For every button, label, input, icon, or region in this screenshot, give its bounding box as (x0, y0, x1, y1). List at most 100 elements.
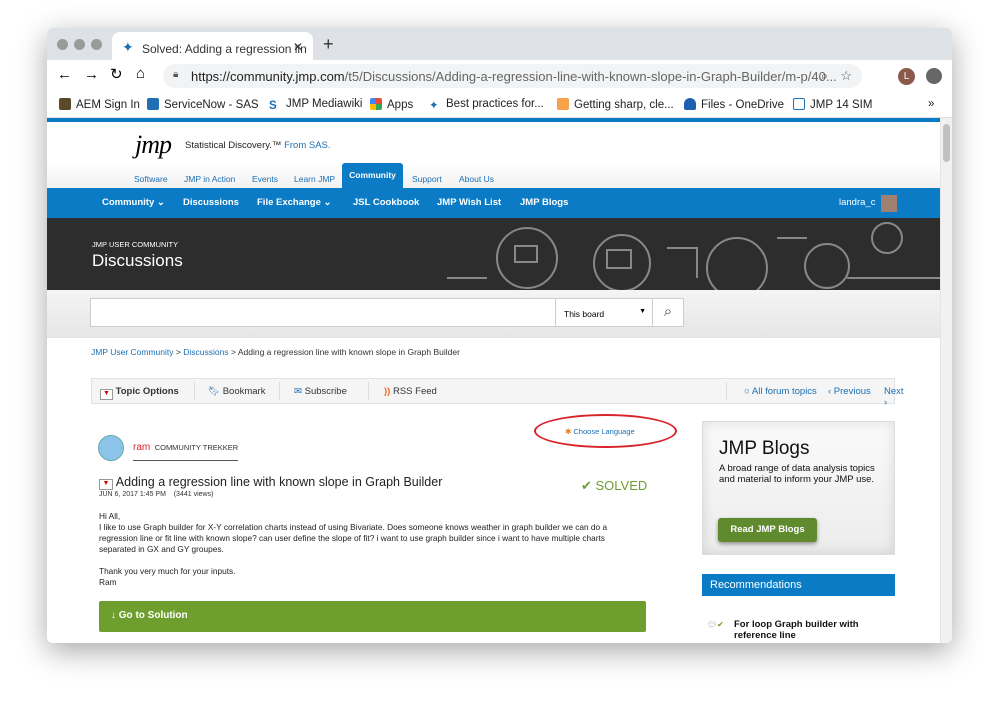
url-path: /t5/Discussions/Adding-a-regression-line… (344, 69, 837, 84)
subnav-jsl-cookbook[interactable]: JSL Cookbook (353, 197, 419, 208)
bookmark-label: AEM Sign In (76, 99, 140, 111)
breadcrumb-sep: > (175, 347, 181, 357)
nav-jmp-in-action[interactable]: JMP in Action (184, 174, 235, 184)
forward-icon[interactable]: → (84, 66, 99, 83)
bookmarks-bar: AEM Sign In ServiceNow - SAS S JMP Mediaw… (47, 92, 952, 118)
translate-icon: ✱ (565, 427, 572, 436)
extension-icon[interactable] (926, 68, 942, 84)
nav-events[interactable]: Events (252, 174, 278, 184)
breadcrumb-current: Adding a regression line with known slop… (237, 347, 460, 357)
bookmark-label: Best practices for... (446, 98, 544, 110)
maximize-window-button[interactable] (91, 39, 102, 50)
author-info: ram COMMUNITY TREKKER (133, 437, 238, 461)
scrollbar[interactable] (940, 118, 952, 643)
nav-learn-jmp[interactable]: Learn JMP (294, 174, 335, 184)
next-link[interactable]: Next › (884, 386, 904, 408)
url-input[interactable]: 🔒︎ https://community.jmp.com/t5/Discussi… (163, 64, 862, 88)
all-forum-topics-link[interactable]: ○ All forum topics (744, 386, 817, 397)
nav-community-active[interactable]: Community (342, 163, 403, 188)
subnav-blogs[interactable]: JMP Blogs (520, 197, 568, 208)
choose-language-link[interactable]: ✱ Choose Language (565, 427, 635, 436)
subnav-file-exchange[interactable]: File Exchange ⌄ (257, 197, 331, 208)
search-scope-select[interactable]: This board ▼ (555, 298, 653, 327)
label: Topic Options (115, 386, 179, 397)
post-meta: JUN 6, 2017 1:45 PM (3441 views) (99, 491, 213, 498)
dropdown-caret-icon: ▼ (639, 308, 646, 315)
label: Choose Language (573, 427, 635, 436)
breadcrumb-home[interactable]: JMP User Community (91, 347, 174, 357)
bookmark-label: Getting sharp, cle... (574, 99, 674, 111)
bookmark-button[interactable]: 🔖︎ Bookmark (208, 386, 265, 397)
close-tab-icon[interactable]: ✕ (293, 40, 303, 54)
banner: JMP USER COMMUNITY Discussions (47, 218, 940, 290)
minimize-window-button[interactable] (74, 39, 85, 50)
read-blogs-button[interactable]: Read JMP Blogs (718, 518, 817, 542)
tab-bar: ✦ Solved: Adding a regression lin ✕ + (47, 28, 952, 60)
previous-link[interactable]: ‹ Previous (828, 386, 871, 397)
dropdown-icon: ▼ (100, 389, 113, 400)
url-host: https://community.jmp.com (191, 69, 345, 84)
reload-icon[interactable]: ↻ (110, 65, 123, 83)
subscribe-button[interactable]: ✉ Subscribe (294, 386, 347, 397)
search-input[interactable] (90, 298, 556, 327)
nav-software[interactable]: Software (134, 174, 168, 184)
search-strip: This board ▼ ⌕ (47, 290, 940, 338)
post-views: (3441 views) (173, 491, 214, 498)
body-line: Hi All, (99, 511, 121, 521)
bookmark-aem[interactable]: AEM Sign In (59, 98, 140, 111)
label: RSS Feed (392, 386, 437, 397)
bookmark-apps[interactable]: Apps (370, 98, 413, 111)
close-window-button[interactable] (57, 39, 68, 50)
user-avatar[interactable] (881, 195, 897, 212)
search-button[interactable]: ⌕ (652, 298, 684, 327)
bookmark-label: JMP 14 SIM (810, 99, 873, 111)
jmp-blogs-card: JMP Blogs A broad range of data analysis… (702, 421, 895, 555)
home-icon[interactable]: ⌂ (136, 65, 145, 82)
jmp-logo[interactable]: jmp (135, 130, 172, 160)
bookmark-mediawiki[interactable]: S JMP Mediawiki (269, 98, 362, 112)
browser-window: ✦ Solved: Adding a regression lin ✕ + ← … (47, 28, 952, 643)
subnav-community[interactable]: Community ⌄ (102, 197, 165, 208)
label: Subscribe (304, 386, 347, 397)
search-icon: ⌕ (663, 303, 673, 320)
profile-avatar[interactable]: L (898, 68, 915, 85)
bookmark-servicenow[interactable]: ServiceNow - SAS (147, 98, 259, 111)
star-icon[interactable]: ☆ (840, 68, 852, 84)
body-line: Thank you very much for your inputs. (99, 566, 236, 576)
breadcrumb-discussions[interactable]: Discussions (183, 347, 228, 357)
nav-about-us[interactable]: About Us (459, 174, 494, 184)
subnav-discussions[interactable]: Discussions (183, 197, 239, 208)
more-bookmarks-button[interactable]: » (928, 98, 934, 110)
rss-icon: )) (384, 386, 391, 397)
tagline: Statistical Discovery.™ From SAS. (185, 140, 331, 151)
post-body: Hi All, I like to use Graph builder for … (99, 511, 644, 588)
post-options-icon[interactable]: ▼ (99, 479, 113, 490)
new-tab-button[interactable]: + (323, 34, 334, 55)
topic-toolbar: ▼ Topic Options 🔖︎ Bookmark ✉ Subscribe … (91, 378, 904, 408)
scrollbar-thumb[interactable] (943, 124, 950, 162)
post-title: Adding a regression line with known slop… (115, 475, 443, 489)
author-avatar[interactable] (98, 435, 124, 461)
bookmark-label: Files - OneDrive (701, 99, 785, 111)
label: Go to Solution (118, 610, 188, 621)
back-icon[interactable]: ← (57, 66, 72, 83)
bookmark-best-practices[interactable]: ✦ Best practices for... (429, 98, 544, 112)
bookmark-jmp14sim[interactable]: JMP 14 SIM (793, 98, 872, 111)
bookmark-onedrive[interactable]: Files - OneDrive (684, 98, 784, 111)
recommendations-header: Recommendations (702, 574, 895, 596)
web-page: jmp Statistical Discovery.™ From SAS. So… (47, 118, 940, 643)
bookmark-getting-sharp[interactable]: Getting sharp, cle... (557, 98, 674, 111)
blogs-title: JMP Blogs (719, 438, 810, 459)
user-name[interactable]: landra_c (839, 197, 875, 208)
banner-kicker: JMP USER COMMUNITY (92, 240, 179, 249)
browser-tab[interactable]: ✦ Solved: Adding a regression lin ✕ (112, 32, 313, 60)
topic-options-button[interactable]: ▼ Topic Options (100, 386, 179, 400)
subnav-wish-list[interactable]: JMP Wish List (437, 197, 501, 208)
rss-feed-button[interactable]: )) RSS Feed (384, 386, 437, 397)
zoom-icon[interactable]: ⌕ (821, 68, 828, 84)
author-name[interactable]: ram (133, 442, 150, 453)
nav-support[interactable]: Support (412, 174, 442, 184)
go-to-solution-button[interactable]: ↓ Go to Solution (99, 601, 646, 632)
recommendation-link[interactable]: For loop Graph builder with reference li… (734, 619, 889, 641)
body-line: Ram (99, 577, 117, 587)
